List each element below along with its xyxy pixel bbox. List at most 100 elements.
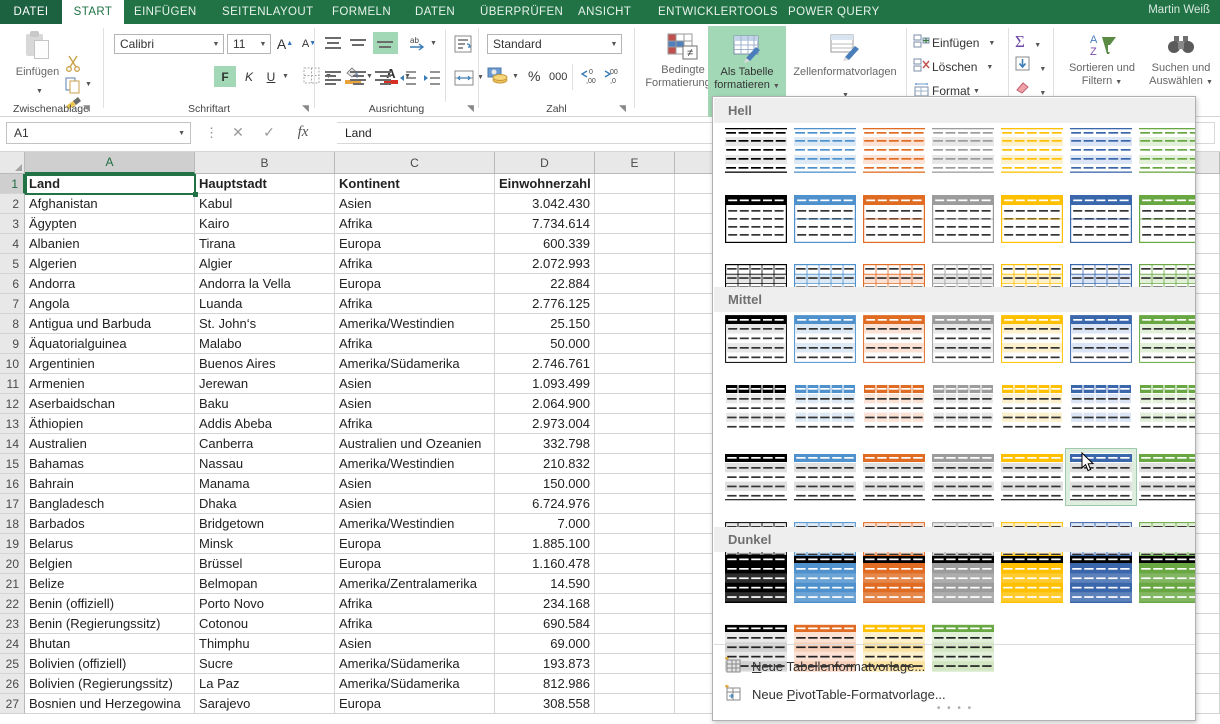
cell-A24[interactable]: Bhutan: [25, 634, 195, 654]
table-style-thumbnail-hell-1-7[interactable]: [1139, 126, 1195, 174]
cell-D8[interactable]: 25.150: [495, 314, 595, 334]
tab-seitenlayout[interactable]: SEITENLAYOUT: [212, 0, 324, 24]
merge-cells-icon[interactable]: [453, 68, 475, 88]
cell-E12[interactable]: [595, 394, 675, 414]
table-style-thumbnail-hell-2-5[interactable]: [1001, 195, 1063, 243]
cell-A19[interactable]: Belarus: [25, 534, 195, 554]
tab-einfuegen[interactable]: EINFÜGEN: [124, 0, 207, 24]
cell-B6[interactable]: Andorra la Vella: [195, 274, 335, 294]
cell-B15[interactable]: Nassau: [195, 454, 335, 474]
cell-D23[interactable]: 690.584: [495, 614, 595, 634]
table-style-thumbnail-hell-1-2[interactable]: [794, 126, 856, 174]
chevron-down-icon[interactable]: ▼: [988, 40, 995, 47]
cell-A9[interactable]: Äquatorialguinea: [25, 334, 195, 354]
row-header-20[interactable]: 20: [0, 554, 25, 574]
row-header-25[interactable]: 25: [0, 654, 25, 674]
cell-styles-button[interactable]: Zellenformatvorlagen ▼: [790, 32, 900, 99]
table-style-thumbnail-mittel-2-2[interactable]: [794, 384, 856, 432]
cell-C22[interactable]: Afrika: [335, 594, 495, 614]
copy-icon[interactable]: [64, 76, 82, 94]
underline-chevron-down-icon[interactable]: ▼: [282, 73, 289, 80]
cell-C20[interactable]: Europa: [335, 554, 495, 574]
copy-chevron-down-icon[interactable]: ▼: [85, 81, 92, 88]
wrap-text-icon[interactable]: [453, 34, 473, 54]
cell-E9[interactable]: [595, 334, 675, 354]
accept-entry-button[interactable]: ✓: [256, 124, 282, 144]
align-bottom-button[interactable]: [373, 32, 398, 54]
cell-B25[interactable]: Sucre: [195, 654, 335, 674]
chevron-down-icon[interactable]: ▼: [1206, 79, 1213, 86]
cell-E7[interactable]: [595, 294, 675, 314]
column-header-b[interactable]: B: [195, 152, 335, 174]
cell-D2[interactable]: 3.042.430: [495, 194, 595, 214]
cell-C7[interactable]: Afrika: [335, 294, 495, 314]
cell-D13[interactable]: 2.973.004: [495, 414, 595, 434]
cell-D15[interactable]: 210.832: [495, 454, 595, 474]
row-header-11[interactable]: 11: [0, 374, 25, 394]
cell-B26[interactable]: La Paz: [195, 674, 335, 694]
currency-icon[interactable]: [487, 66, 509, 86]
cell-D18[interactable]: 7.000: [495, 514, 595, 534]
cell-C14[interactable]: Australien und Ozeanien: [335, 434, 495, 454]
cell-D22[interactable]: 234.168: [495, 594, 595, 614]
delete-cells-button[interactable]: Löschen ▼: [913, 58, 993, 76]
cell-C3[interactable]: Afrika: [335, 214, 495, 234]
cell-B23[interactable]: Cotonou: [195, 614, 335, 634]
row-header-7[interactable]: 7: [0, 294, 25, 314]
table-style-thumbnail-mittel-3-4[interactable]: [932, 453, 994, 501]
italic-button[interactable]: K: [238, 66, 260, 87]
cell-C26[interactable]: Amerika/Südamerika: [335, 674, 495, 694]
increase-decimal-icon[interactable]: 0,00: [578, 67, 596, 85]
table-style-thumbnail-mittel-3-3[interactable]: [863, 453, 925, 501]
cell-D25[interactable]: 193.873: [495, 654, 595, 674]
cell-B8[interactable]: St. John‘s: [195, 314, 335, 334]
cell-D19[interactable]: 1.885.100: [495, 534, 595, 554]
percent-style-button[interactable]: %: [528, 68, 540, 84]
cell-E27[interactable]: [595, 694, 675, 714]
cell-E13[interactable]: [595, 414, 675, 434]
table-style-thumbnail-mittel-3-2[interactable]: [794, 453, 856, 501]
tab-ueberpruefen[interactable]: ÜBERPRÜFEN: [470, 0, 573, 24]
table-style-thumbnail-hell-2-4[interactable]: [932, 195, 994, 243]
tab-start[interactable]: START: [62, 0, 124, 24]
cell-E14[interactable]: [595, 434, 675, 454]
table-style-thumbnail-hell-1-1[interactable]: [725, 126, 787, 174]
align-center-button[interactable]: [348, 68, 369, 88]
row-header-23[interactable]: 23: [0, 614, 25, 634]
cell-D11[interactable]: 1.093.499: [495, 374, 595, 394]
row-header-1[interactable]: 1: [0, 174, 25, 194]
table-style-thumbnail-mittel-3-5[interactable]: [1001, 453, 1063, 501]
cell-B12[interactable]: Baku: [195, 394, 335, 414]
cell-B9[interactable]: Malabo: [195, 334, 335, 354]
row-header-13[interactable]: 13: [0, 414, 25, 434]
comma-style-button[interactable]: 000: [549, 71, 567, 83]
user-name-label[interactable]: Martin Weiß: [1148, 4, 1210, 16]
ausrichtung-dialog-launcher[interactable]: ◥: [467, 103, 474, 114]
row-header-27[interactable]: 27: [0, 694, 25, 714]
chevron-down-icon[interactable]: ▼: [209, 41, 223, 48]
cell-A26[interactable]: Bolivien (Regierungssitz): [25, 674, 195, 694]
cell-D17[interactable]: 6.724.976: [495, 494, 595, 514]
table-style-thumbnail-mittel-3-1[interactable]: [725, 453, 787, 501]
cell-D12[interactable]: 2.064.900: [495, 394, 595, 414]
cell-B20[interactable]: Brüssel: [195, 554, 335, 574]
tab-formeln[interactable]: FORMELN: [322, 0, 401, 24]
row-header-17[interactable]: 17: [0, 494, 25, 514]
chevron-down-icon[interactable]: ▼: [607, 41, 621, 48]
row-header-19[interactable]: 19: [0, 534, 25, 554]
tab-power-query[interactable]: POWER QUERY: [778, 0, 890, 24]
align-top-button[interactable]: [323, 34, 344, 54]
cell-D16[interactable]: 150.000: [495, 474, 595, 494]
cell-E1[interactable]: [595, 174, 675, 194]
row-header-2[interactable]: 2: [0, 194, 25, 214]
cell-A16[interactable]: Bahrain: [25, 474, 195, 494]
decrease-indent-icon[interactable]: [399, 70, 417, 88]
chevron-down-icon[interactable]: ▼: [178, 130, 185, 137]
cancel-entry-button[interactable]: ✕: [225, 124, 251, 144]
cell-C18[interactable]: Amerika/Westindien: [335, 514, 495, 534]
cell-A21[interactable]: Belize: [25, 574, 195, 594]
chevron-down-icon[interactable]: ▼: [973, 88, 980, 95]
table-style-thumbnail-mittel-2-1[interactable]: [725, 384, 787, 432]
cell-A15[interactable]: Bahamas: [25, 454, 195, 474]
cell-D27[interactable]: 308.558: [495, 694, 595, 714]
